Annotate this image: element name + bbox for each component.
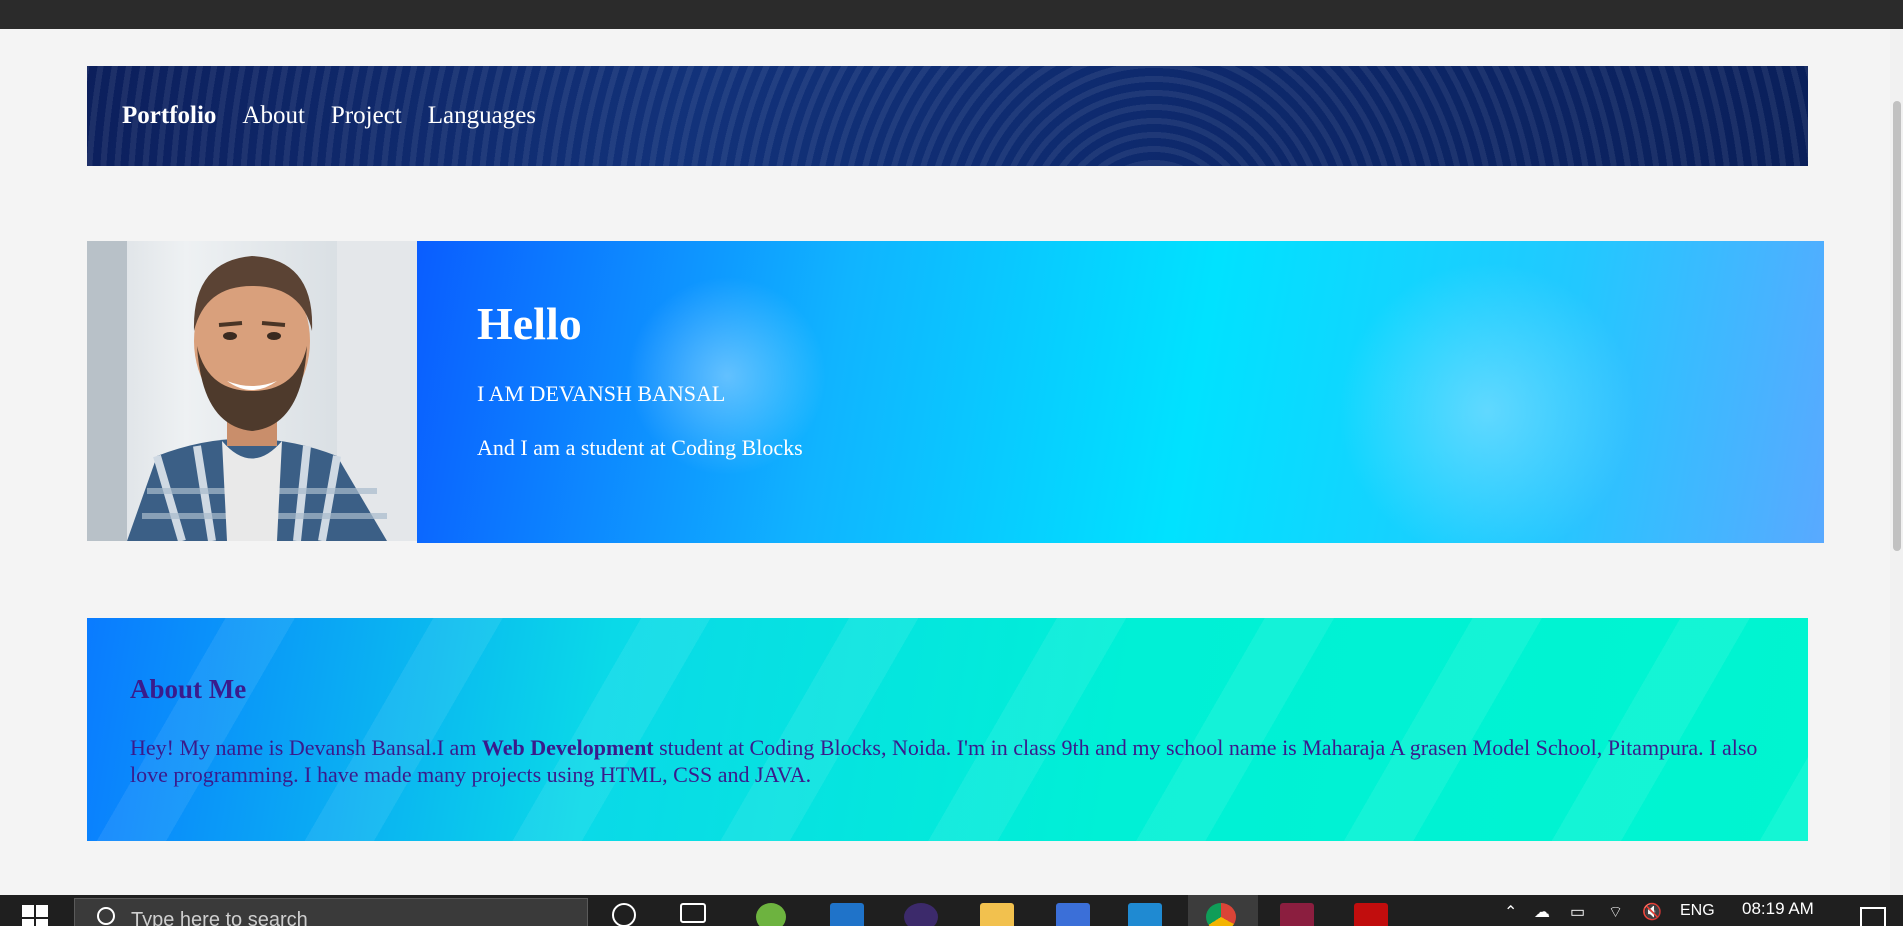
about-text-part: Hey! My name is Devansh Bansal.I am [130,735,482,760]
mail-icon[interactable] [830,903,864,926]
about-section: About Me Hey! My name is Devansh Bansal.… [87,618,1808,841]
profile-photo-illustration [87,241,417,541]
battery-icon[interactable]: ▭ [1570,902,1585,922]
eclipse-icon[interactable] [904,903,938,926]
hero-banner: Hello I AM DEVANSH BANSAL And I am a stu… [417,241,1824,543]
windows-taskbar: Type here to search ⌃ ☁ ▭ ⌔ 🔇 ENG 08:19 … [0,895,1903,926]
nav-brand[interactable]: Portfolio [122,102,216,130]
taskbar-clock[interactable]: 08:19 AM [1742,899,1814,919]
winrar-icon[interactable] [1280,903,1314,926]
browser-top-bar [0,0,1903,29]
page-scrollbar[interactable] [1890,29,1903,895]
search-placeholder: Type here to search [131,909,308,926]
android-studio-icon[interactable] [756,903,786,926]
nav-item-languages[interactable]: Languages [428,102,536,130]
hero-title: Hello [477,298,582,349]
about-title: About Me [130,674,247,704]
chrome-icon[interactable] [1206,903,1236,926]
windows-start-icon[interactable] [22,905,48,926]
hero-subtitle-text: And I am a student at Coding Blocks [477,435,803,460]
vscode-icon[interactable] [1128,903,1162,926]
cortana-icon[interactable] [612,903,636,926]
file-explorer-icon[interactable] [980,903,1014,926]
navbar: Portfolio About Project Languages [87,66,1808,166]
language-indicator[interactable]: ENG [1680,902,1715,920]
scrollbar-thumb[interactable] [1893,101,1901,551]
bokeh-light [1337,261,1637,543]
about-text-highlight: Web Development [481,735,654,760]
search-icon [97,907,115,925]
volume-muted-icon[interactable]: 🔇 [1642,902,1662,922]
hero-name-text: I AM DEVANSH BANSAL [477,381,726,406]
taskbar-search-input[interactable]: Type here to search [74,898,588,926]
notifications-icon[interactable] [1860,907,1886,926]
task-view-icon[interactable] [680,903,706,923]
acrobat-icon[interactable] [1354,903,1388,926]
avatar [87,241,417,541]
powershell-icon[interactable] [1056,903,1090,926]
hero-section: Hello I AM DEVANSH BANSAL And I am a stu… [87,241,1824,543]
onedrive-icon[interactable]: ☁ [1534,902,1550,922]
tray-chevron-up-icon[interactable]: ⌃ [1504,902,1517,922]
wifi-icon[interactable]: ⌔ [1608,902,1623,922]
nav-item-project[interactable]: Project [331,102,402,130]
nav-item-about[interactable]: About [242,102,305,130]
about-paragraph: Hey! My name is Devansh Bansal.I am Web … [130,734,1770,788]
